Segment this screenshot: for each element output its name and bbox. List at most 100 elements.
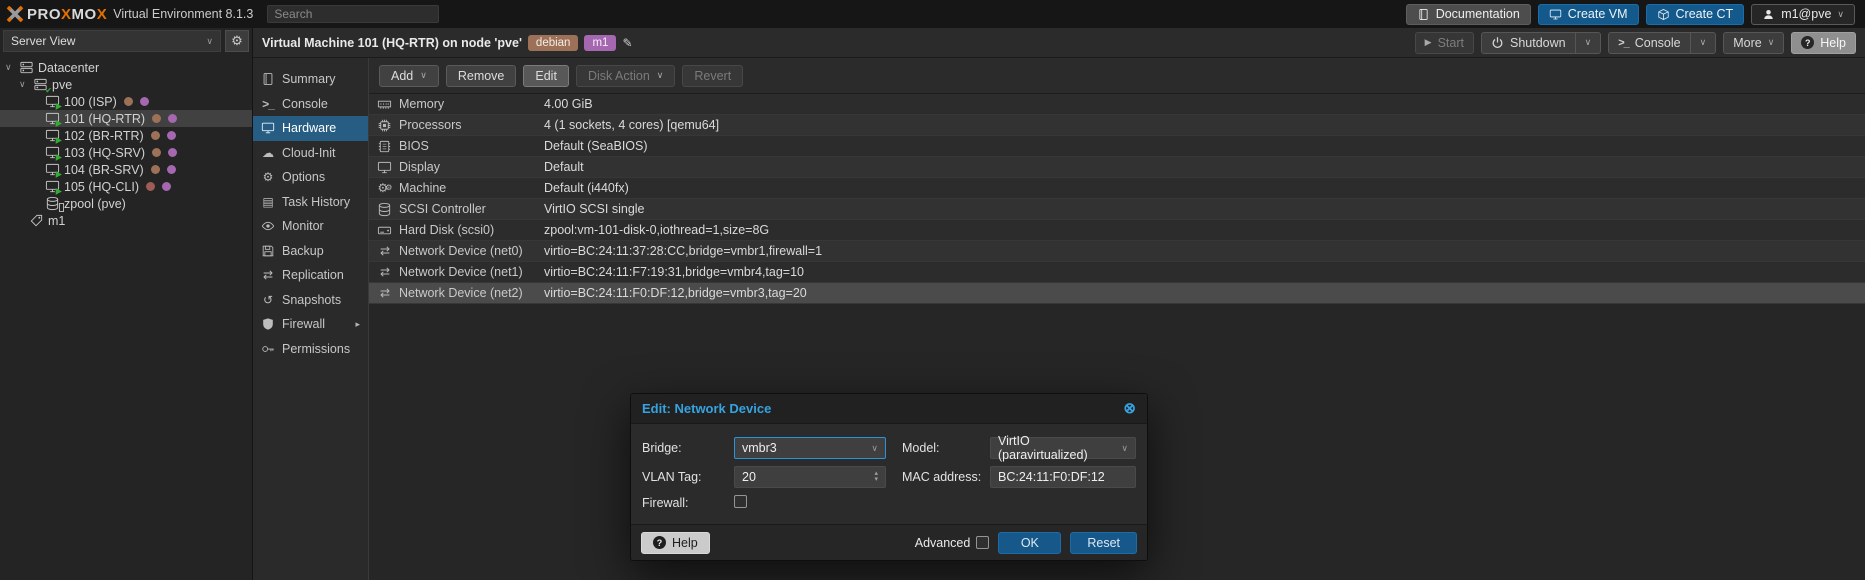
tree-item-vm-101-selected[interactable]: 101 (HQ-RTR) — [0, 110, 252, 127]
help-button[interactable]: ? Help — [1791, 32, 1856, 54]
tree-item-node-pve[interactable]: ∨ ✔ pve — [0, 76, 252, 93]
menu-item-task-history[interactable]: ▤ Task History — [253, 190, 368, 215]
brand-wordmark: PROXMOX — [27, 6, 107, 23]
remove-button[interactable]: Remove — [446, 65, 517, 87]
tree-item-label: 103 (HQ-SRV) — [64, 146, 145, 160]
version-subtitle: Virtual Environment 8.1.3 — [113, 7, 253, 21]
expander-caret-icon[interactable]: ∨ — [19, 79, 29, 90]
edit-label: Edit — [535, 69, 557, 83]
create-ct-button[interactable]: Create CT — [1646, 4, 1745, 25]
ok-button[interactable]: OK — [998, 532, 1061, 554]
tree-item-vm-103[interactable]: 103 (HQ-SRV) — [0, 144, 252, 161]
hardware-row-processors[interactable]: Processors 4 (1 sockets, 4 cores) [qemu6… — [369, 115, 1865, 136]
menu-item-monitor[interactable]: Monitor — [253, 214, 368, 239]
menu-item-permissions[interactable]: Permissions — [253, 337, 368, 362]
monitor-icon — [261, 121, 275, 135]
proxmox-logo: PROXMOX — [6, 5, 107, 23]
tree-item-vm-105[interactable]: 105 (HQ-CLI) — [0, 178, 252, 195]
more-button[interactable]: More ∨ — [1723, 32, 1784, 54]
hardware-row-scsi-controller[interactable]: SCSI Controller VirtIO SCSI single — [369, 199, 1865, 220]
hardware-row-display[interactable]: Display Default — [369, 157, 1865, 178]
advanced-toggle: Advanced — [915, 536, 990, 550]
tree-item-datacenter[interactable]: ∨ Datacenter — [0, 59, 252, 76]
menu-item-backup[interactable]: Backup — [253, 239, 368, 264]
key-icon — [261, 342, 275, 356]
menu-item-summary[interactable]: Summary — [253, 67, 368, 92]
menu-item-label: Task History — [282, 195, 350, 209]
disk-action-button[interactable]: Disk Action ∨ — [576, 65, 675, 87]
chevron-down-icon[interactable]: ∨ — [1700, 37, 1707, 48]
spin-down-icon[interactable]: ▾ — [874, 477, 878, 483]
user-menu-button[interactable]: m1@pve ∨ — [1751, 4, 1855, 25]
vlan-tag-spinner[interactable]: 20 ▴▾ — [734, 466, 886, 488]
tree-item-vm-100[interactable]: 100 (ISP) — [0, 93, 252, 110]
add-button[interactable]: Add ∨ — [379, 65, 439, 87]
tree-item-vm-102[interactable]: 102 (BR-RTR) — [0, 127, 252, 144]
running-play-icon — [54, 170, 63, 179]
console-label: Console — [1635, 36, 1681, 50]
expander-caret-icon[interactable]: ∨ — [5, 62, 15, 73]
revert-button[interactable]: Revert — [682, 65, 743, 87]
menu-item-firewall[interactable]: Firewall ▸ — [253, 312, 368, 337]
book-icon — [261, 72, 275, 86]
hardware-row-hard-disk[interactable]: Hard Disk (scsi0) zpool:vm-101-disk-0,io… — [369, 220, 1865, 241]
chevron-down-icon[interactable]: ∨ — [1585, 37, 1592, 48]
spinner-arrows[interactable]: ▴▾ — [874, 471, 878, 483]
hardware-row-bios[interactable]: BIOS Default (SeaBIOS) — [369, 136, 1865, 157]
menu-item-console[interactable]: >_ Console — [253, 92, 368, 117]
edit-tags-pencil-icon[interactable]: ✎ — [622, 36, 632, 50]
menu-item-replication[interactable]: ⇄ Replication — [253, 263, 368, 288]
menu-item-hardware[interactable]: Hardware — [253, 116, 368, 141]
start-button[interactable]: ▶ Start — [1415, 32, 1474, 54]
resource-tree: ∨ Datacenter ∨ ✔ pve 100 (ISP) 101 (HQ-R… — [0, 54, 252, 229]
tag-dot-m1 — [162, 182, 171, 191]
close-icon[interactable]: ⊗ — [1123, 401, 1136, 416]
chevron-down-icon[interactable]: ∨ — [871, 443, 878, 454]
play-icon: ▶ — [1425, 37, 1432, 48]
tag-dot-m1 — [167, 165, 176, 174]
hardware-row-net1[interactable]: ⇄ Network Device (net1) virtio=BC:24:11:… — [369, 262, 1865, 283]
hardware-row-memory[interactable]: Memory 4.00 GiB — [369, 94, 1865, 115]
tag-dot-m1 — [140, 97, 149, 106]
firewall-checkbox[interactable] — [734, 495, 747, 508]
view-mode-label: Server View — [11, 34, 75, 48]
dialog-body: Bridge: vmbr3 ∨ Model: VirtIO (paravirtu… — [631, 424, 1147, 524]
reset-button[interactable]: Reset — [1070, 532, 1137, 554]
view-mode-select[interactable]: Server View ∨ — [3, 30, 221, 52]
tag-dot-m1 — [168, 114, 177, 123]
tree-item-tag-m1[interactable]: m1 — [0, 212, 252, 229]
menu-item-snapshots[interactable]: ↺ Snapshots — [253, 288, 368, 313]
edit-button[interactable]: Edit — [523, 65, 569, 87]
chevron-down-icon[interactable]: ∨ — [1121, 443, 1128, 454]
bridge-combobox[interactable]: vmbr3 ∨ — [734, 437, 886, 459]
cpu-icon — [377, 117, 393, 133]
model-combobox[interactable]: VirtIO (paravirtualized) ∨ — [990, 437, 1136, 459]
hardware-row-machine[interactable]: ⚙⚙ Machine Default (i440fx) — [369, 178, 1865, 199]
menu-item-cloud-init[interactable]: ☁ Cloud-Init — [253, 141, 368, 166]
split-divider — [1690, 33, 1691, 53]
brand-part: X — [61, 6, 72, 23]
resource-tree-panel: Server View ∨ ⚙ ∨ Datacenter ∨ ✔ pve — [0, 28, 253, 580]
tree-item-label: 102 (BR-RTR) — [64, 129, 144, 143]
search-input[interactable] — [267, 5, 439, 23]
console-button[interactable]: >_ Console ∨ — [1608, 32, 1716, 54]
shutdown-button[interactable]: Shutdown ∨ — [1481, 32, 1601, 54]
disk-action-label: Disk Action — [588, 69, 650, 83]
advanced-checkbox[interactable] — [976, 536, 989, 549]
network-arrows-icon: ⇄ — [377, 285, 393, 301]
tree-item-storage-zpool[interactable]: zpool (pve) — [0, 195, 252, 212]
hardware-row-net2-selected[interactable]: ⇄ Network Device (net2) virtio=BC:24:11:… — [369, 283, 1865, 304]
create-vm-button[interactable]: Create VM — [1538, 4, 1639, 25]
row-value: Default (i440fx) — [544, 181, 629, 195]
tree-settings-button[interactable]: ⚙ — [225, 30, 249, 52]
dialog-help-button[interactable]: ? Help — [641, 532, 710, 554]
dialog-title-bar[interactable]: Edit: Network Device ⊗ — [631, 394, 1147, 424]
menu-item-label: Permissions — [282, 342, 350, 356]
topbar-actions: Documentation Create VM Create CT m1@pve… — [1406, 4, 1859, 25]
tree-item-vm-104[interactable]: 104 (BR-SRV) — [0, 161, 252, 178]
documentation-button[interactable]: Documentation — [1406, 4, 1531, 25]
menu-item-options[interactable]: ⚙ Options — [253, 165, 368, 190]
user-icon — [1762, 8, 1775, 21]
hardware-row-net0[interactable]: ⇄ Network Device (net0) virtio=BC:24:11:… — [369, 241, 1865, 262]
mac-address-input[interactable] — [990, 466, 1136, 488]
